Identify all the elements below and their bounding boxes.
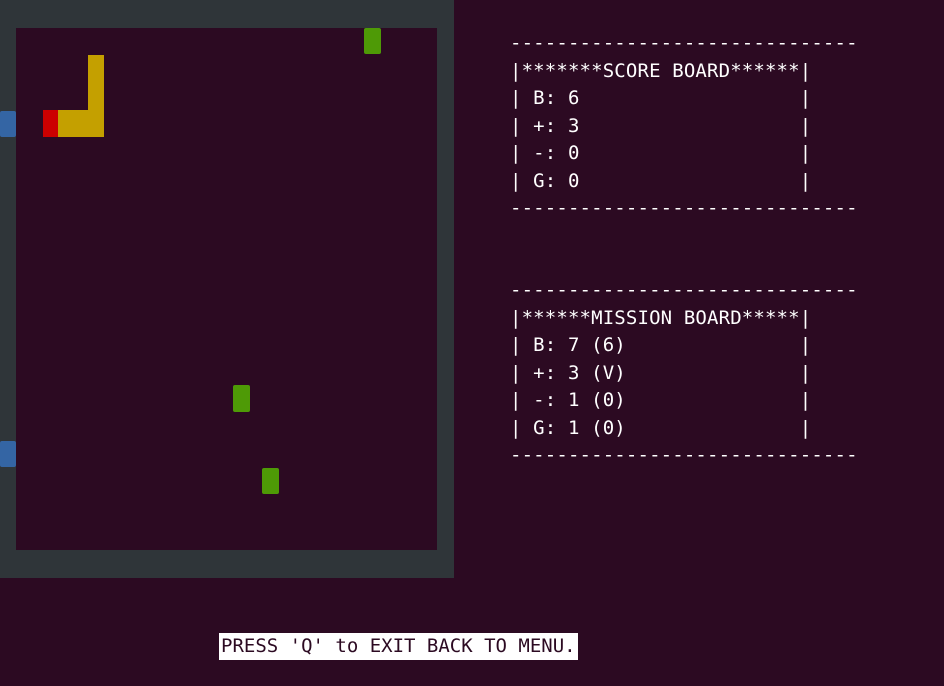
green-food	[233, 385, 250, 412]
game-field	[16, 28, 437, 550]
green-food	[262, 468, 279, 494]
score-board-border-top: ------------------------------	[510, 32, 858, 54]
snake-head	[43, 110, 58, 137]
snake-body-segment	[88, 55, 104, 82]
score-row-plus: | +: 3 |	[510, 114, 812, 137]
mission-row-plus: | +: 3 (V) |	[510, 361, 812, 384]
game-arena-wall	[0, 0, 454, 578]
snake-body-segment	[58, 110, 104, 137]
mission-row-minus: | -: 1 (0) |	[510, 389, 812, 411]
mission-board-border-top: ------------------------------	[510, 279, 858, 301]
mission-board-title: |******MISSION BOARD*****|	[510, 306, 812, 329]
score-row-minus: | -: 0 |	[510, 142, 812, 164]
mission-board-border-bottom: ------------------------------	[510, 444, 858, 466]
snake-body-segment	[88, 82, 104, 110]
score-row-g: | G: 0 |	[510, 169, 812, 192]
score-row-b: | B: 6 |	[510, 87, 812, 109]
score-board-border-bottom: ------------------------------	[510, 197, 858, 219]
mission-row-g: | G: 1 (0) |	[510, 416, 812, 439]
score-board: ------------------------------ |*******SC…	[510, 30, 858, 223]
green-food	[364, 28, 381, 54]
score-board-title: |*******SCORE BOARD******|	[510, 59, 812, 82]
exit-hint: PRESS 'Q' to EXIT BACK TO MENU.	[219, 633, 578, 660]
mission-board: ------------------------------ |******MIS…	[510, 277, 858, 470]
blue-item	[0, 441, 16, 467]
mission-row-b: | B: 7 (6) |	[510, 334, 812, 356]
blue-item	[0, 111, 16, 137]
